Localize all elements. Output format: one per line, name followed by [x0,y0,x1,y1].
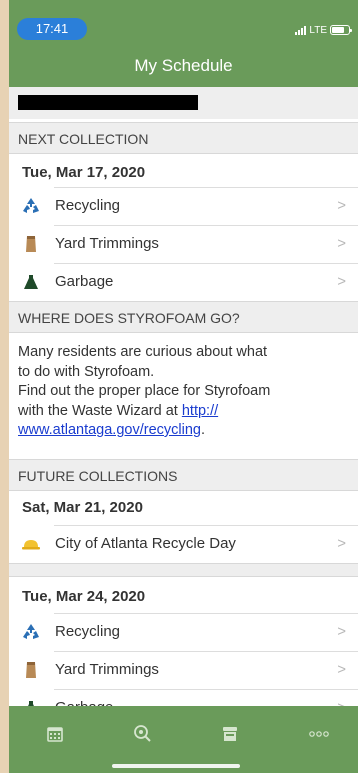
list-item-recycle-day[interactable]: City of Atlanta Recycle Day > [9,525,358,563]
chevron-right-icon: > [337,235,346,252]
phone-screen: 17:41 LTE My Schedule NEXT COLLECTION Tu… [9,0,358,773]
garbage-icon [21,272,41,292]
chevron-right-icon: > [337,661,346,678]
page-title: My Schedule [134,56,233,75]
tab-search[interactable] [123,720,163,748]
recycling-icon [21,196,41,216]
future-collection-date: Tue, Mar 24, 2020 [22,588,146,605]
calendar-icon [47,727,63,742]
schedule-content[interactable]: NEXT COLLECTION Tue, Mar 17, 2020 Recycl… [9,87,358,706]
more-icon [309,731,329,737]
section-header-styrofoam: WHERE DOES STYROFOAM GO? [9,301,358,333]
item-label: Garbage [55,689,113,706]
status-time: 17:41 [17,18,87,40]
next-collection-date: Tue, Mar 17, 2020 [22,164,146,181]
chevron-right-icon: > [337,273,346,290]
item-label: Yard Trimmings [55,235,159,252]
list-item-recycling[interactable]: Recycling > [9,613,358,651]
info-line: with the Waste Wizard at [18,402,182,419]
chevron-right-icon: > [337,689,346,706]
chevron-right-icon: > [337,623,346,640]
divider [9,563,358,577]
item-label: Recycling [55,197,121,214]
bin-icon [223,727,237,741]
section-header-next-collection: NEXT COLLECTION [9,122,358,154]
battery-icon [330,25,352,35]
recycling-link[interactable]: www.atlantaga.gov/recycling [18,422,201,438]
info-line: to do with Styrofoam. [18,363,155,380]
home-indicator[interactable] [112,764,240,768]
item-label: Recycling [55,623,121,640]
chevron-right-icon: > [337,535,346,552]
recycling-link[interactable]: http:// [182,403,218,419]
list-item-yard-trimmings[interactable]: Yard Trimmings > [9,651,358,689]
info-line: Find out the proper place for Styrofoam [18,383,271,399]
tab-more[interactable] [299,720,339,748]
address-bar [9,87,358,119]
yard-trimmings-icon [21,660,41,680]
recycling-icon [21,622,41,642]
tab-bar [9,706,358,773]
status-indicators: LTE [295,23,352,37]
hard-hat-icon [21,534,41,554]
future-collection-date: Sat, Mar 21, 2020 [22,499,143,516]
styrofoam-info: Many residents are curious about what to… [9,333,358,451]
list-item-garbage[interactable]: Garbage > [9,689,358,706]
list-item-recycling[interactable]: Recycling > [9,187,358,225]
yard-trimmings-icon [21,234,41,254]
section-header-future-collections: FUTURE COLLECTIONS [9,459,358,491]
network-label: LTE [309,24,327,36]
item-label: Garbage [55,273,114,290]
top-bar: 17:41 LTE My Schedule [9,0,358,87]
signal-icon [295,25,307,35]
redacted-address [18,95,198,110]
tab-bin[interactable] [210,720,250,748]
search-icon [134,725,151,742]
item-label: Yard Trimmings [55,661,159,678]
garbage-icon [21,698,41,706]
tab-calendar[interactable] [35,720,75,748]
chevron-right-icon: > [337,197,346,214]
info-line: Many residents are curious about what [18,344,268,360]
list-item-garbage[interactable]: Garbage > [9,263,358,301]
list-item-yard-trimmings[interactable]: Yard Trimmings > [9,225,358,263]
item-label: City of Atlanta Recycle Day [55,535,236,552]
